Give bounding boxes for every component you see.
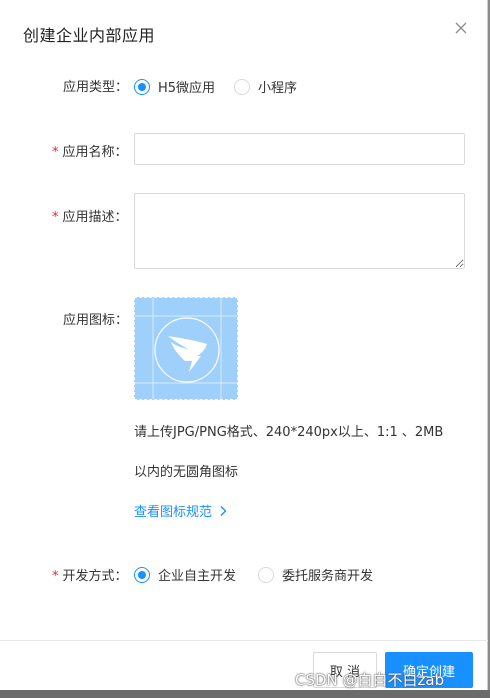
- app-type-label-text: 应用类型：: [63, 80, 129, 95]
- radio-mini-program[interactable]: 小程序: [234, 77, 297, 96]
- dingtalk-logo-icon: [135, 298, 237, 399]
- dev-mode-label-text: 开发方式：: [62, 569, 128, 584]
- app-description-textarea[interactable]: [134, 193, 465, 269]
- icon-hint-line-2: 以内的无圆角图标: [134, 465, 239, 480]
- radio-h5-app-label: H5微应用: [158, 81, 216, 96]
- app-name-label: * 应用名称：: [52, 141, 128, 160]
- chevron-right-icon: [220, 506, 227, 516]
- app-icon-upload[interactable]: [134, 297, 238, 400]
- dev-mode-label: * 开发方式：: [52, 565, 128, 584]
- close-icon[interactable]: [451, 18, 471, 38]
- app-description-label: * 应用描述：: [52, 206, 128, 225]
- dialog-title: 创建企业内部应用: [23, 26, 156, 45]
- radio-unchecked-icon: [234, 78, 250, 95]
- radio-unchecked-icon: [258, 566, 274, 583]
- app-description-label-text: 应用描述：: [62, 210, 128, 225]
- radio-checked-icon: [134, 566, 150, 583]
- app-name-label-text: 应用名称：: [62, 145, 128, 160]
- radio-checked-icon: [134, 78, 150, 95]
- create-app-dialog: 创建企业内部应用 应用类型： H5微应用 小程序 * 应用名称： * 应用描述： 应…: [0, 0, 488, 698]
- footer-divider: [0, 640, 488, 641]
- required-mark: *: [52, 210, 59, 225]
- radio-self-develop-label: 企业自主开发: [158, 569, 237, 584]
- icon-spec-link[interactable]: 查看图标规范: [134, 501, 228, 520]
- required-mark: *: [52, 145, 59, 160]
- app-type-label: 应用类型：: [63, 76, 128, 95]
- radio-mini-program-label: 小程序: [258, 81, 298, 96]
- radio-self-develop[interactable]: 企业自主开发: [134, 565, 236, 584]
- radio-vendor-develop[interactable]: 委托服务商开发: [258, 565, 373, 584]
- icon-hint-line-1: 请上传JPG/PNG格式、240*240px以上、1:1 、2MB: [134, 425, 444, 440]
- app-name-input[interactable]: [134, 133, 465, 165]
- bottom-shadow-bar: [0, 690, 490, 698]
- radio-h5-app[interactable]: H5微应用: [134, 77, 215, 96]
- required-mark: *: [52, 569, 59, 584]
- icon-spec-link-text: 查看图标规范: [134, 505, 213, 520]
- app-icon-label: 应用图标：: [63, 309, 128, 328]
- app-icon-label-text: 应用图标：: [63, 313, 129, 328]
- radio-vendor-develop-label: 委托服务商开发: [282, 569, 374, 584]
- watermark-text: CSDN @白白不白zab: [295, 671, 445, 689]
